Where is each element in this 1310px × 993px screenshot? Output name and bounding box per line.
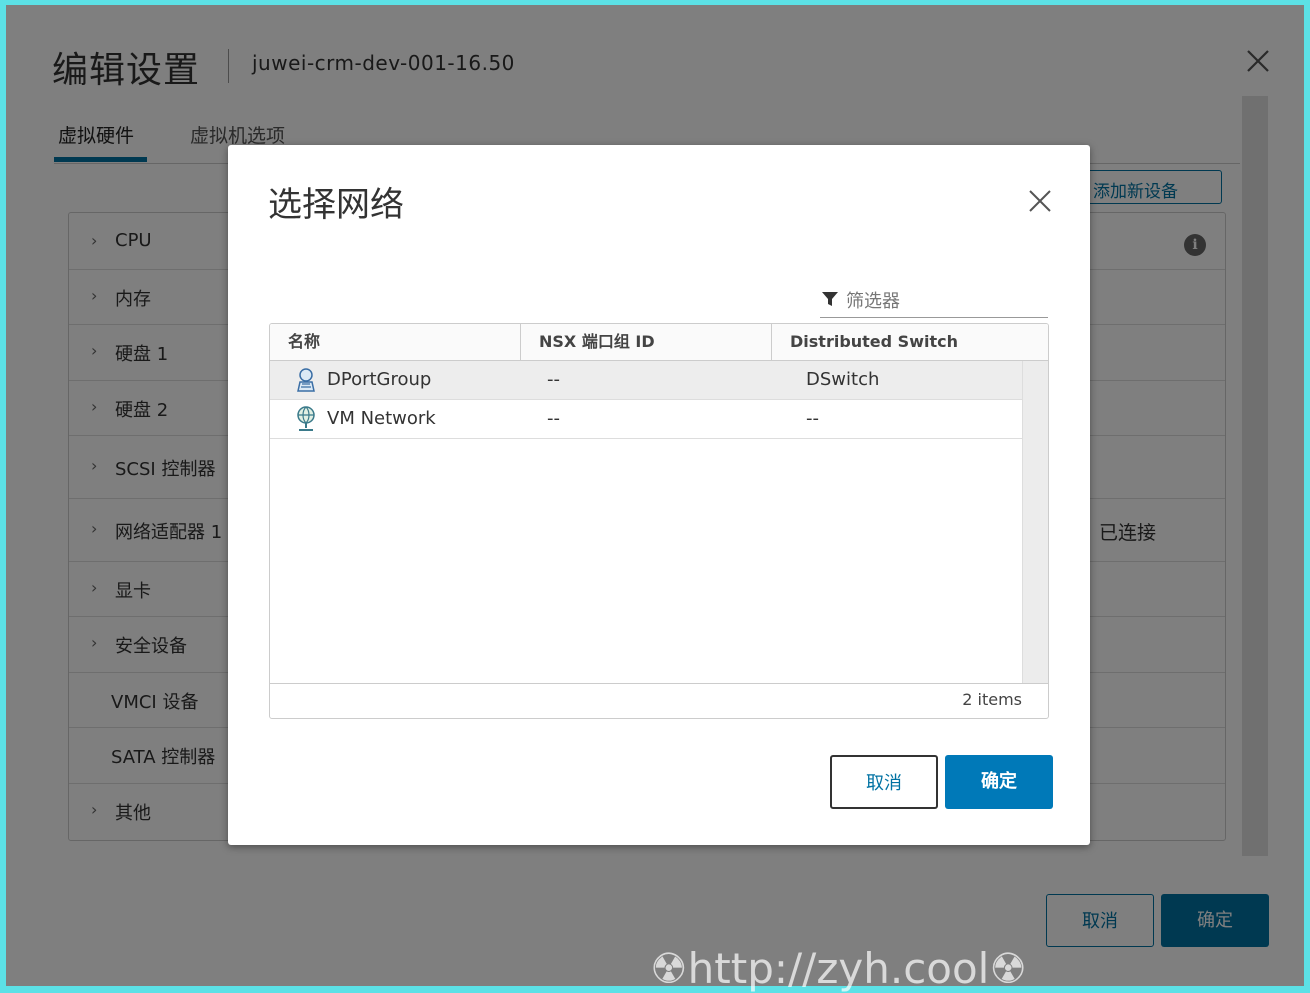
- select-network-dialog: 选择网络 筛选器 名称 NSX 端口组 ID Distributed Switc…: [228, 145, 1090, 845]
- table-body: DPortGroup -- DSwitch VM Network -- --: [270, 361, 1022, 683]
- network-table: 名称 NSX 端口组 ID Distributed Switch DPortGr…: [269, 323, 1049, 719]
- column-header-nsx-id[interactable]: NSX 端口组 ID: [520, 324, 771, 360]
- filter-input[interactable]: 筛选器: [820, 283, 1048, 318]
- row-switch: --: [806, 408, 819, 429]
- modal-title: 选择网络: [268, 185, 404, 225]
- row-nsx-id: --: [547, 408, 560, 429]
- table-footer: 2 items: [270, 683, 1048, 718]
- table-row[interactable]: DPortGroup -- DSwitch: [270, 361, 1022, 400]
- item-count: 2 items: [962, 690, 1022, 709]
- table-scrollbar[interactable]: [1022, 361, 1048, 683]
- watermark: ☢http://zyh.cool☢: [650, 944, 1027, 993]
- table-header: 名称 NSX 端口组 ID Distributed Switch: [270, 324, 1048, 361]
- standard-network-icon: [297, 406, 315, 431]
- row-name: VM Network: [327, 408, 436, 429]
- column-header-name[interactable]: 名称: [270, 324, 520, 360]
- close-icon[interactable]: [1028, 189, 1052, 213]
- row-nsx-id: --: [547, 369, 560, 390]
- distributed-portgroup-icon: [297, 368, 315, 392]
- table-row[interactable]: VM Network -- --: [270, 400, 1022, 439]
- cancel-button[interactable]: 取消: [830, 755, 938, 809]
- row-switch: DSwitch: [806, 369, 880, 390]
- filter-placeholder: 筛选器: [846, 291, 900, 312]
- column-header-switch[interactable]: Distributed Switch: [771, 324, 1048, 360]
- row-name: DPortGroup: [327, 369, 432, 390]
- ok-button[interactable]: 确定: [945, 755, 1053, 809]
- filter-icon: [822, 292, 838, 306]
